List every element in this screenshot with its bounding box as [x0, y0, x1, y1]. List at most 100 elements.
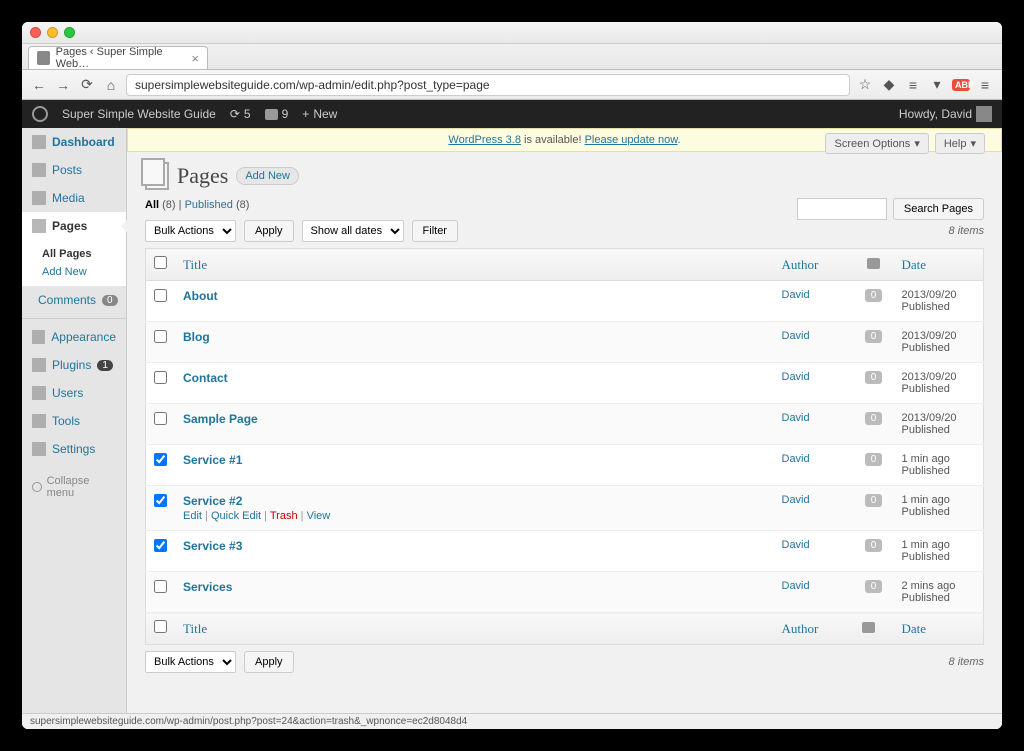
page-title-link[interactable]: Service #1: [183, 453, 242, 467]
date-filter-select[interactable]: Show all dates: [302, 220, 404, 242]
browser-tab[interactable]: Pages ‹ Super Simple Web… ×: [28, 46, 208, 69]
sidebar-item-users[interactable]: Users: [22, 379, 126, 407]
sidebar-item-posts[interactable]: Posts: [22, 156, 126, 184]
page-title: Pages: [177, 163, 228, 189]
row-checkbox[interactable]: [154, 494, 167, 507]
bookmark-icon[interactable]: ☆: [856, 76, 874, 93]
page-title-link[interactable]: Contact: [183, 371, 228, 385]
sidebar-item-dashboard[interactable]: Dashboard: [22, 128, 126, 156]
forward-icon[interactable]: →: [54, 77, 72, 93]
row-checkbox[interactable]: [154, 330, 167, 343]
row-checkbox[interactable]: [154, 453, 167, 466]
row-checkbox[interactable]: [154, 580, 167, 593]
comment-count-bubble[interactable]: 0: [865, 289, 883, 302]
sidebar-item-settings[interactable]: Settings: [22, 435, 126, 463]
page-title-link[interactable]: Sample Page: [183, 412, 258, 426]
filter-all[interactable]: All: [145, 199, 159, 211]
comment-count-bubble[interactable]: 0: [865, 453, 883, 466]
sidebar-item-pages[interactable]: Pages: [22, 212, 126, 240]
author-link[interactable]: David: [782, 453, 810, 465]
page-title-link[interactable]: About: [183, 289, 218, 303]
author-link[interactable]: David: [782, 539, 810, 551]
col-comments-foot[interactable]: [854, 613, 894, 645]
author-link[interactable]: David: [782, 580, 810, 592]
apply-button-top[interactable]: Apply: [244, 220, 294, 242]
wp-version-link[interactable]: WordPress 3.8: [448, 134, 521, 146]
back-icon[interactable]: ←: [30, 77, 48, 93]
close-window-icon[interactable]: [30, 27, 41, 38]
author-link[interactable]: David: [782, 494, 810, 506]
new-content-link[interactable]: + New: [302, 107, 337, 121]
col-title[interactable]: Title: [175, 249, 774, 281]
comment-count-bubble[interactable]: 0: [865, 494, 883, 507]
url-text: supersimplewebsiteguide.com/wp-admin/edi…: [135, 78, 490, 92]
submenu-all-pages[interactable]: All Pages: [42, 245, 126, 263]
col-author[interactable]: Author: [774, 249, 854, 281]
bulk-actions-select-bottom[interactable]: Bulk Actions: [145, 651, 236, 673]
collapse-menu[interactable]: Collapse menu: [22, 467, 126, 507]
page-title-link[interactable]: Blog: [183, 330, 210, 344]
comment-count-bubble[interactable]: 0: [865, 539, 883, 552]
row-view[interactable]: View: [307, 510, 331, 522]
submenu-add-new[interactable]: Add New: [42, 263, 126, 281]
screen-options-button[interactable]: Screen Options ▾: [825, 133, 928, 154]
howdy-user[interactable]: Howdy, David: [899, 106, 992, 122]
select-all-bottom[interactable]: [154, 620, 167, 633]
select-all-top[interactable]: [154, 256, 167, 269]
row-checkbox[interactable]: [154, 412, 167, 425]
row-checkbox[interactable]: [154, 289, 167, 302]
close-tab-icon[interactable]: ×: [191, 51, 199, 66]
add-new-button[interactable]: Add New: [236, 167, 299, 185]
page-title-link[interactable]: Service #3: [183, 539, 242, 553]
author-link[interactable]: David: [782, 330, 810, 342]
comment-count-bubble[interactable]: 0: [865, 580, 883, 593]
author-link[interactable]: David: [782, 289, 810, 301]
comments-link[interactable]: 9: [265, 107, 289, 121]
address-bar[interactable]: supersimplewebsiteguide.com/wp-admin/edi…: [126, 74, 850, 96]
author-link[interactable]: David: [782, 412, 810, 424]
sidebar-item-media[interactable]: Media: [22, 184, 126, 212]
comment-count-bubble[interactable]: 0: [865, 371, 883, 384]
minimize-window-icon[interactable]: [47, 27, 58, 38]
col-title-foot[interactable]: Title: [175, 613, 774, 645]
row-checkbox[interactable]: [154, 371, 167, 384]
filter-button[interactable]: Filter: [412, 220, 458, 242]
col-author-foot[interactable]: Author: [774, 613, 854, 645]
buffer-icon[interactable]: ≡: [904, 77, 922, 93]
evernote-icon[interactable]: ◆: [880, 76, 898, 93]
author-link[interactable]: David: [782, 371, 810, 383]
home-icon[interactable]: ⌂: [102, 77, 120, 93]
menu-icon[interactable]: ≡: [976, 77, 994, 93]
updates-link[interactable]: ⟳ 5: [230, 107, 251, 121]
filter-published[interactable]: Published: [185, 199, 233, 211]
sidebar-item-plugins[interactable]: Plugins 1: [22, 351, 126, 379]
col-date[interactable]: Date: [894, 249, 984, 281]
maximize-window-icon[interactable]: [64, 27, 75, 38]
sidebar-item-comments[interactable]: Comments 0: [22, 286, 126, 314]
comment-count-bubble[interactable]: 0: [865, 330, 883, 343]
comment-count-bubble[interactable]: 0: [865, 412, 883, 425]
apply-button-bottom[interactable]: Apply: [244, 651, 294, 673]
row-trash[interactable]: Trash: [270, 510, 298, 522]
page-title-link[interactable]: Services: [183, 580, 232, 594]
sidebar-item-appearance[interactable]: Appearance: [22, 323, 126, 351]
sidebar-item-tools[interactable]: Tools: [22, 407, 126, 435]
col-comments[interactable]: [854, 249, 894, 281]
update-now-link[interactable]: Please update now: [585, 134, 678, 146]
adblock-icon[interactable]: ABP: [952, 79, 970, 91]
col-date-foot[interactable]: Date: [894, 613, 984, 645]
help-button[interactable]: Help ▾: [935, 133, 985, 154]
posts-icon: [32, 163, 46, 177]
row-checkbox[interactable]: [154, 539, 167, 552]
page-title-link[interactable]: Service #2: [183, 494, 242, 508]
pocket-icon[interactable]: ▾: [928, 76, 946, 93]
site-name-link[interactable]: Super Simple Website Guide: [62, 107, 216, 121]
row-edit[interactable]: Edit: [183, 510, 202, 522]
search-pages-button[interactable]: Search Pages: [893, 198, 984, 220]
reload-icon[interactable]: ⟳: [78, 76, 96, 93]
table-row: Contact David 0 2013/09/20Published: [146, 363, 984, 404]
row-quick-edit[interactable]: Quick Edit: [211, 510, 261, 522]
bulk-actions-select[interactable]: Bulk Actions: [145, 220, 236, 242]
wordpress-logo-icon[interactable]: [32, 106, 48, 122]
search-input[interactable]: [797, 198, 887, 220]
